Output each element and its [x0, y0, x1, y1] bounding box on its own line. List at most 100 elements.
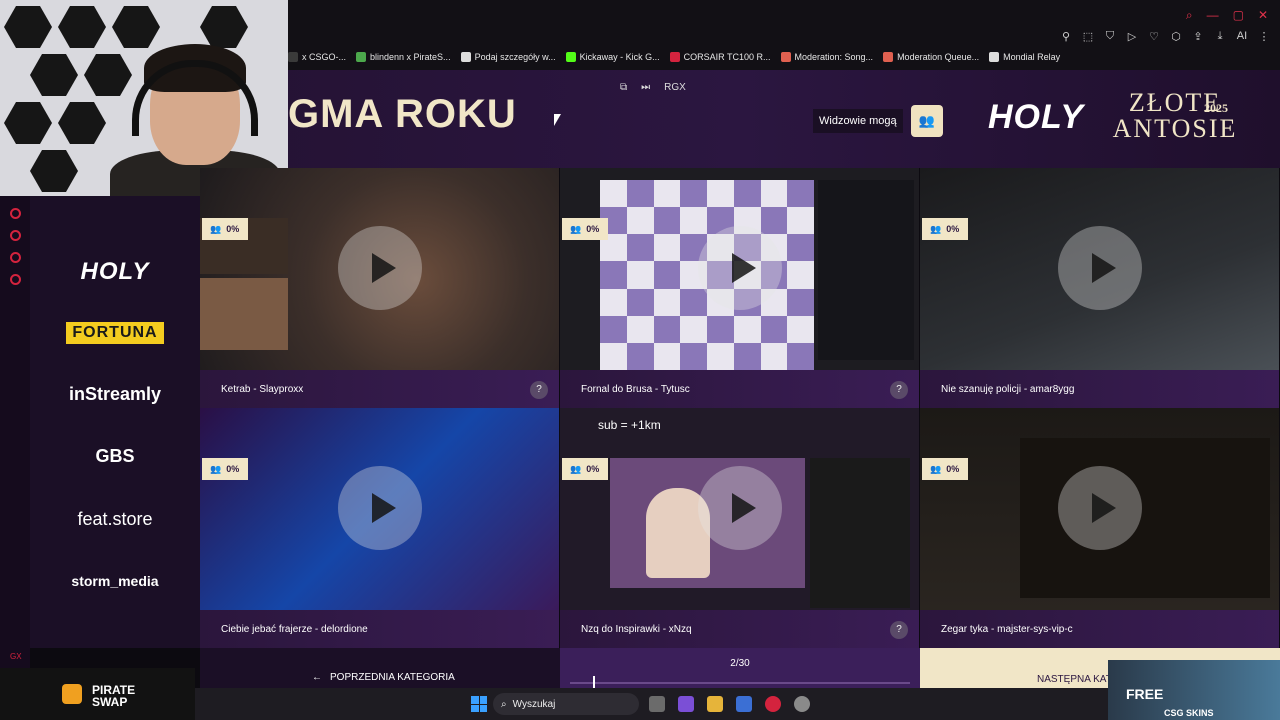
sponsor-gbs[interactable]: GBS: [30, 446, 200, 467]
hex-shape: [30, 150, 78, 192]
hex-shape: [58, 102, 106, 144]
search-icon[interactable]: ⌕: [1186, 8, 1193, 23]
play-button[interactable]: [698, 226, 782, 310]
play-button[interactable]: [698, 466, 782, 550]
extensions-icon[interactable]: ⬡: [1170, 30, 1182, 43]
play-button[interactable]: [338, 226, 422, 310]
bookmark[interactable]: x CSGO-...: [288, 52, 346, 62]
menu-icon[interactable]: ⋮: [1258, 30, 1270, 43]
skip-icon[interactable]: ⏭: [641, 82, 650, 93]
play-icon[interactable]: ▷: [1126, 30, 1138, 43]
help-icon[interactable]: ?: [530, 381, 548, 399]
category-progress: 2/30: [560, 648, 920, 688]
clock-icon[interactable]: [10, 230, 21, 241]
bookmark-label: CORSAIR TC100 R...: [683, 52, 771, 62]
play-button[interactable]: [338, 466, 422, 550]
opera-gx-icon[interactable]: [765, 696, 781, 712]
store-icon[interactable]: [736, 696, 752, 712]
vote-badge: 👥 0%: [202, 458, 248, 480]
shield-icon[interactable]: ⛉: [1104, 30, 1116, 43]
clip-tile[interactable]: 👥 0% Zegar tyka - majster-sys-vip-c: [920, 408, 1280, 648]
clip-tile[interactable]: sub = +1km 👥 0% Nzq do Inspirawki - xNzq …: [560, 408, 920, 648]
bookmark-label: Kickaway - Kick G...: [579, 52, 660, 62]
download-icon[interactable]: ⤓: [1214, 30, 1226, 43]
bookmark[interactable]: Kickaway - Kick G...: [565, 52, 660, 62]
vote-badge: 👥 0%: [922, 458, 968, 480]
rail-bottom: GX: [0, 648, 30, 668]
heart-icon[interactable]: ♡: [1148, 30, 1160, 43]
screenshot-icon[interactable]: ⬚: [1082, 30, 1094, 43]
users-icon: 👥: [930, 463, 942, 474]
side-rail: [0, 196, 30, 648]
bookmark[interactable]: Moderation: Song...: [780, 52, 873, 62]
clip-caption: Nie szanuję policji - amar8ygg: [920, 370, 1279, 408]
clip-tile[interactable]: 👥 0% Ketrab - Slayproxx ?: [200, 168, 560, 408]
windows-start-icon[interactable]: [471, 696, 487, 712]
hex-shape: [200, 6, 248, 48]
users-icon: 👥: [570, 463, 582, 474]
bookmark[interactable]: blindenn x PirateS...: [356, 52, 451, 62]
sponsor-fortuna-wrap: FORTUNA: [30, 322, 200, 344]
category-counter: 2/30: [730, 658, 750, 669]
help-icon[interactable]: ?: [890, 381, 908, 399]
maximize-icon[interactable]: ▢: [1233, 8, 1244, 23]
csgskins-overlay: FREE CSG SKINS: [1108, 660, 1280, 720]
taskbar-search[interactable]: ⌕ Wyszukaj: [493, 693, 639, 715]
bookmark[interactable]: CORSAIR TC100 R...: [669, 52, 771, 62]
vote-badge: 👥 0%: [562, 458, 608, 480]
chess-moves-panel: [818, 180, 914, 360]
viewers-control: Widzowie mogą 👥: [813, 105, 943, 137]
copilot-icon[interactable]: [678, 696, 694, 712]
minimize-icon[interactable]: —: [1207, 8, 1219, 23]
rgx-label[interactable]: RGX: [664, 82, 686, 93]
vote-percent: 0%: [586, 224, 600, 234]
help-icon[interactable]: ?: [890, 621, 908, 639]
bookmark[interactable]: Podaj szczegóły w...: [460, 52, 556, 62]
popout-icon[interactable]: ⧉: [620, 82, 627, 93]
file-explorer-icon[interactable]: [707, 696, 723, 712]
prev-category-button[interactable]: ← POPRZEDNIA KATEGORIA: [200, 648, 560, 688]
clip-overlay-text: sub = +1km: [598, 418, 661, 432]
share-icon[interactable]: ⇪: [1192, 30, 1204, 43]
vote-percent: 0%: [226, 224, 240, 234]
play-button[interactable]: [1058, 466, 1142, 550]
clip-cam-inset: [200, 278, 288, 350]
clip-caption: Ciebie jebać frajerze - delordione: [200, 610, 559, 648]
sponsor-holy[interactable]: HOLY: [30, 258, 200, 286]
bookmark[interactable]: Mondial Relay: [989, 52, 1060, 62]
users-icon: 👥: [930, 223, 942, 234]
progress-marker[interactable]: [592, 676, 595, 688]
sponsor-fortuna[interactable]: FORTUNA: [66, 322, 164, 344]
sponsor-instreamly[interactable]: inStreamly: [30, 384, 200, 405]
clip-caption: Zegar tyka - majster-sys-vip-c: [920, 610, 1279, 648]
bookmark-favicon: [460, 52, 471, 62]
users-icon[interactable]: 👥: [910, 105, 943, 137]
progress-track[interactable]: [570, 682, 910, 684]
clip-title: Nzq do Inspirawki - xNzq: [581, 624, 692, 635]
close-icon[interactable]: ✕: [1258, 8, 1268, 23]
users-icon: 👥: [570, 223, 582, 234]
play-button[interactable]: [1058, 226, 1142, 310]
category-title: GMA ROKU: [288, 92, 517, 136]
obs-icon[interactable]: [794, 696, 810, 712]
bookmark-favicon: [669, 52, 680, 62]
pirateswap-logo: PIRATE SWAP: [92, 684, 135, 708]
ai-icon[interactable]: AI: [1236, 30, 1248, 43]
arrow-left-icon: ←: [312, 672, 322, 683]
clip-terminal: [1020, 438, 1270, 598]
settings-icon[interactable]: [10, 274, 21, 285]
task-view-icon[interactable]: [649, 696, 665, 712]
record-icon[interactable]: [10, 208, 21, 219]
bookmark[interactable]: Moderation Queue...: [883, 52, 979, 62]
hex-shape: [4, 6, 52, 48]
hex-shape: [58, 6, 106, 48]
clip-caption: Nzq do Inspirawki - xNzq ?: [560, 610, 919, 648]
clip-tile[interactable]: 👥 0% Nie szanuję policji - amar8ygg: [920, 168, 1280, 408]
pin-icon[interactable]: ⚲: [1060, 30, 1072, 43]
cube-icon[interactable]: [10, 252, 21, 263]
sponsor-feat-store[interactable]: feat.store: [30, 509, 200, 530]
viewers-label: Widzowie mogą: [813, 109, 903, 133]
sponsor-storm-media[interactable]: storm_media: [30, 573, 200, 589]
clip-tile[interactable]: 👥 0% Ciebie jebać frajerze - delordione: [200, 408, 560, 648]
clip-tile[interactable]: 👥 0% Fornal do Brusa - Tytusc ?: [560, 168, 920, 408]
